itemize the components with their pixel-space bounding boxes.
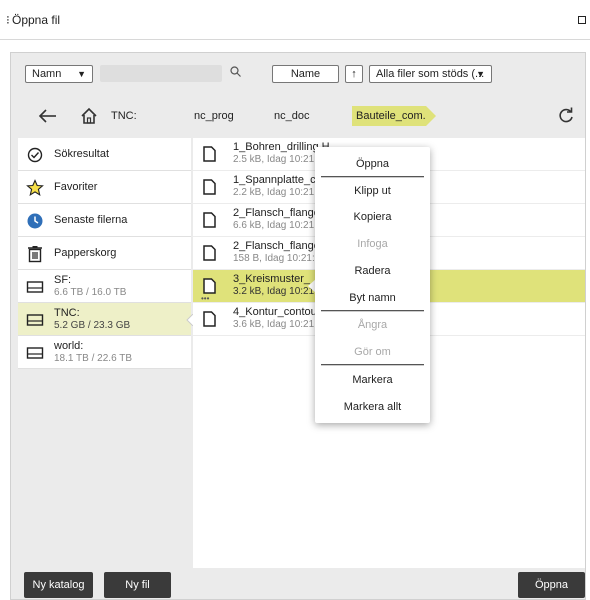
open-button[interactable]: Öppna (518, 572, 585, 598)
sidebar-item-label: TNC: (54, 307, 80, 319)
menu-separator (321, 176, 424, 178)
file-meta: 2.2 kB, Idag 10:21:2 (233, 187, 323, 198)
menu-item-open[interactable]: Öppna (315, 158, 430, 170)
chevron-down-icon: ▼ (476, 69, 485, 79)
drag-handle-icon[interactable]: ⁝ (6, 13, 10, 27)
sidebar-item-recent[interactable]: Senaste filerna (18, 204, 191, 237)
breadcrumb-item[interactable]: nc_doc (266, 106, 309, 126)
clock-icon (27, 213, 43, 229)
menu-item-rename[interactable]: Byt namn (315, 292, 430, 304)
refresh-icon[interactable] (556, 106, 576, 126)
new-folder-button[interactable]: Ny katalog (24, 572, 93, 598)
menu-item-delete[interactable]: Radera (315, 265, 430, 277)
sidebar-item-drive-world[interactable]: world: 18.1 TB / 22.6 TB (18, 336, 191, 369)
trash-icon (28, 246, 42, 263)
drive-icon (26, 314, 44, 326)
context-menu: Öppna Klipp ut Kopiera Infoga Radera Byt… (315, 147, 430, 423)
star-icon (26, 179, 44, 196)
file-meta: 6.6 kB, Idag 10:21:2 (233, 220, 323, 231)
filter-select-value: Alla filer som stöds (... (376, 68, 485, 80)
maximize-icon[interactable] (578, 16, 586, 24)
breadcrumb-item[interactable]: nc_prog (186, 106, 234, 126)
file-name: 2_Flansch_flange (233, 207, 320, 219)
breadcrumb-drive[interactable]: TNC: (111, 110, 137, 122)
filter-select[interactable]: Alla filer som stöds (... ▼ (369, 65, 492, 83)
title-bar: ⁝ Öppna fil (0, 0, 590, 40)
drive-icon (26, 347, 44, 359)
sidebar: Sökresultat Favoriter Senaste filerna Pa… (18, 138, 191, 568)
chevron-down-icon: ▼ (77, 69, 86, 79)
sort-select[interactable]: Namn ▼ (25, 65, 93, 83)
breadcrumb-item-current[interactable]: Bauteile_com... (352, 106, 436, 126)
menu-item-select[interactable]: Markera (315, 374, 430, 386)
back-arrow-icon[interactable] (36, 106, 60, 126)
file-meta: 3.6 kB, Idag 10:21:2 (233, 319, 323, 330)
menu-item-paste: Infoga (357, 238, 388, 250)
new-file-button[interactable]: Ny fil (104, 572, 171, 598)
sidebar-item-label: Sökresultat (54, 148, 110, 160)
home-icon[interactable] (80, 107, 98, 125)
file-name: 4_Kontur_contou (233, 306, 317, 318)
menu-item-cut[interactable]: Klipp ut (315, 185, 430, 197)
menu-separator (321, 364, 424, 366)
sidebar-item-drive-sf[interactable]: SF: 6.6 TB / 16.0 TB (18, 270, 191, 303)
file-meta: 158 B, Idag 10:21:2 (233, 253, 321, 264)
menu-item-undo: Ångra (357, 319, 388, 331)
sort-name-button[interactable]: Name (272, 65, 339, 83)
sort-direction-button[interactable]: ↑ (345, 65, 363, 83)
window-title: Öppna fil (12, 13, 61, 27)
file-icon (203, 179, 216, 195)
sidebar-item-drive-tnc[interactable]: TNC: 5.2 GB / 23.3 GB (18, 303, 191, 336)
search-input[interactable] (100, 65, 222, 82)
sidebar-item-favorites[interactable]: Favoriter (18, 171, 191, 204)
file-icon (203, 146, 216, 162)
sidebar-item-trash[interactable]: Papperskorg (18, 237, 191, 270)
search-icon[interactable] (229, 65, 243, 79)
menu-separator (321, 310, 424, 312)
search-result-icon (27, 147, 43, 163)
file-name: 3_Kreismuster_ (233, 273, 311, 285)
drive-usage: 18.1 TB / 22.6 TB (54, 353, 133, 364)
drive-usage: 5.2 GB / 23.3 GB (54, 320, 131, 331)
sidebar-item-label: Papperskorg (54, 247, 117, 259)
file-icon (203, 278, 216, 294)
file-icon (203, 311, 216, 327)
menu-item-select-all[interactable]: Markera allt (315, 401, 430, 413)
menu-item-copy[interactable]: Kopiera (315, 211, 430, 223)
drive-usage: 6.6 TB / 16.0 TB (54, 287, 127, 298)
sidebar-item-label: Favoriter (54, 181, 98, 193)
sidebar-item-label: world: (54, 340, 84, 352)
drive-icon (26, 281, 44, 293)
file-name: 1_Spannplatte_c (233, 174, 316, 186)
sidebar-item-search-results[interactable]: Sökresultat (18, 138, 191, 171)
file-icon (203, 212, 216, 228)
file-meta: 2.5 kB, Idag 10:21:2 (233, 154, 323, 165)
file-name: 2_Flansch_flange (233, 240, 320, 252)
file-icon (203, 245, 216, 261)
arrow-up-icon: ↑ (351, 68, 357, 80)
more-options-icon[interactable]: ••• (201, 294, 209, 303)
menu-item-redo: Gör om (354, 346, 391, 358)
sidebar-item-label: SF: (54, 274, 72, 286)
sidebar-item-label: Senaste filerna (54, 214, 128, 226)
sort-select-value: Namn (32, 68, 62, 80)
